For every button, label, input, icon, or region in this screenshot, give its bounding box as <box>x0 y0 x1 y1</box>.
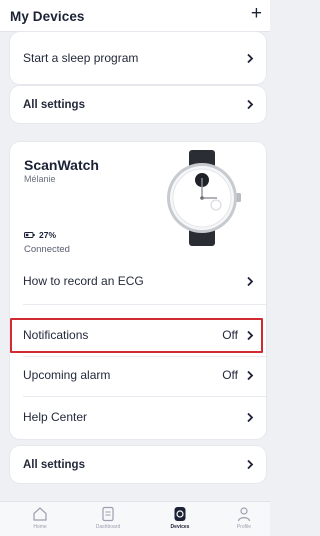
sleep-program-card: Start a sleep program <box>10 32 266 84</box>
upcoming-alarm-row[interactable]: Upcoming alarm Off <box>10 356 266 394</box>
row-label: Notifications <box>23 328 89 342</box>
all-settings-row[interactable]: All settings <box>10 446 266 483</box>
tab-devices[interactable]: Devices <box>156 506 204 530</box>
start-sleep-program-row[interactable]: Start a sleep program <box>10 39 266 77</box>
add-device-button[interactable]: + <box>251 4 262 23</box>
watch-icon <box>174 507 186 521</box>
all-settings-card-top: All settings <box>10 86 266 123</box>
tab-dashboard[interactable]: Dashboard <box>84 506 132 530</box>
tab-label: Devices <box>170 524 190 530</box>
chevron-right-icon <box>247 370 254 380</box>
row-label: All settings <box>23 98 85 111</box>
device-owner: Mélanie <box>24 174 56 184</box>
alarm-value: Off <box>222 368 238 382</box>
divider <box>23 304 266 305</box>
home-icon <box>33 507 47 521</box>
chevron-right-icon <box>247 53 254 63</box>
tab-label: Home <box>33 524 47 530</box>
row-label: Start a sleep program <box>23 51 139 65</box>
tab-profile[interactable]: Profile <box>220 506 268 530</box>
chevron-right-icon <box>247 459 254 470</box>
divider <box>23 396 266 397</box>
row-label: All settings <box>23 458 85 471</box>
battery-indicator: 27% <box>24 230 56 240</box>
chevron-right-icon <box>247 412 254 422</box>
device-name: ScanWatch <box>24 157 99 173</box>
connection-status: Connected <box>24 244 70 255</box>
row-label: How to record an ECG <box>23 274 144 288</box>
devices-screen: My Devices + Start a sleep program All s… <box>0 0 270 536</box>
tab-label: Profile <box>236 524 252 530</box>
watch-image <box>167 150 241 246</box>
all-settings-card-bottom: All settings <box>10 446 266 483</box>
tab-label: Dashboard <box>95 524 121 530</box>
header: My Devices + <box>0 0 270 32</box>
device-card: ScanWatch Mélanie 27% Connected How to r… <box>10 142 266 439</box>
notifications-row[interactable]: Notifications Off <box>10 316 266 354</box>
all-settings-row[interactable]: All settings <box>10 86 266 123</box>
page-title: My Devices <box>10 9 85 24</box>
battery-level: 27% <box>39 230 57 240</box>
chevron-right-icon <box>247 276 254 286</box>
tab-home[interactable]: Home <box>16 506 64 530</box>
battery-icon <box>24 232 35 238</box>
row-label: Upcoming alarm <box>23 368 111 382</box>
chevron-right-icon <box>247 99 254 110</box>
profile-icon <box>237 507 251 522</box>
ecg-guide-row[interactable]: How to record an ECG <box>10 262 266 300</box>
dashboard-icon <box>102 506 114 522</box>
notifications-value: Off <box>222 328 238 342</box>
help-center-row[interactable]: Help Center <box>10 398 266 436</box>
chevron-right-icon <box>247 330 254 340</box>
row-label: Help Center <box>23 410 88 424</box>
tab-bar: Home Dashboard Devices Profile <box>0 501 270 536</box>
